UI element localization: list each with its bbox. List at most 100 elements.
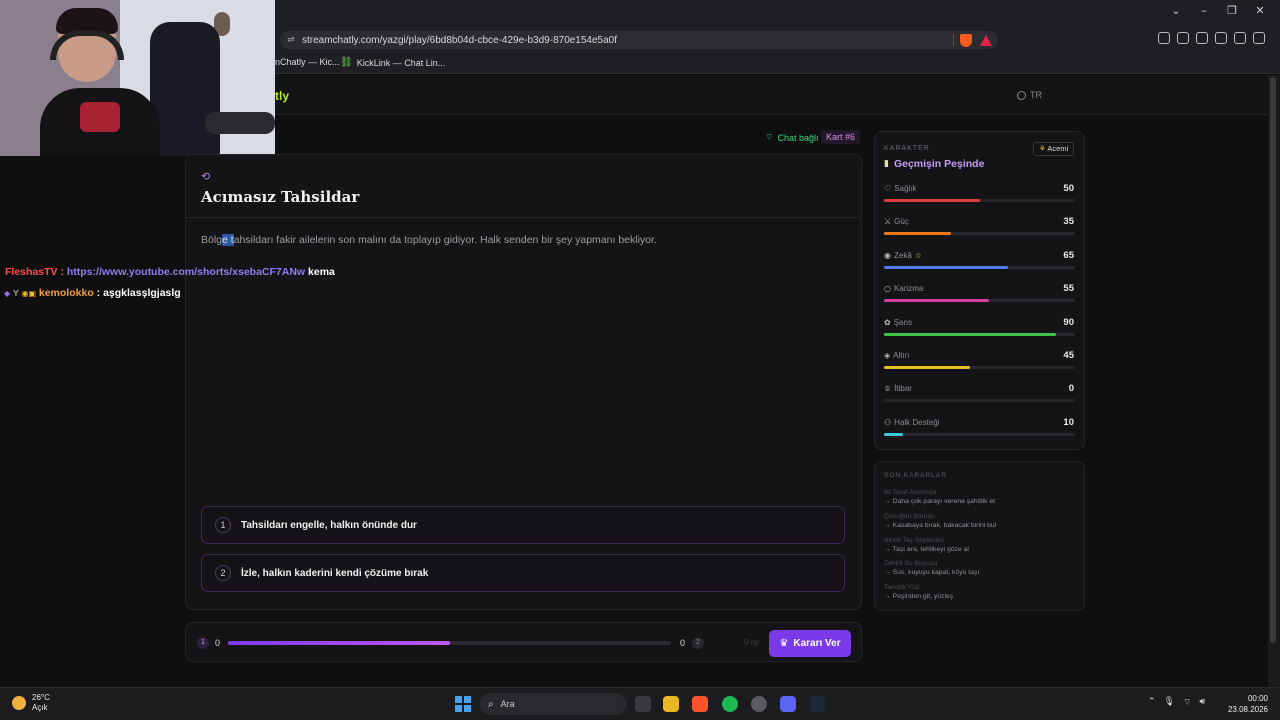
clock-time: 00:00 <box>1247 694 1268 703</box>
chat-username: kemolokko <box>38 287 94 299</box>
stat-bar-track <box>884 399 1075 403</box>
brave-browser-icon[interactable] <box>692 696 708 712</box>
stat-label: ⚇ Halk Desteği <box>884 418 940 427</box>
stat-name: İtibar <box>894 384 912 394</box>
recent-decision-choice: → Peşinden git, yüzleş <box>884 593 954 601</box>
scrollbar-thumb[interactable] <box>1270 77 1276 643</box>
stat-label: ♡ Sağlık <box>884 184 916 193</box>
wallet-icon[interactable] <box>1196 32 1208 44</box>
coins-icon: ◈ <box>884 351 891 360</box>
crown-icon: ♕ <box>884 384 892 394</box>
site-info-icon[interactable]: ⇌ <box>280 35 302 45</box>
stat-label: ◈ Altın <box>884 351 909 360</box>
taskbar-clock[interactable]: 00:00 23.08.2026 <box>1222 693 1268 715</box>
crown-icon: ♛ <box>779 638 789 649</box>
stat-bar-fill <box>884 332 1056 336</box>
app-icon[interactable] <box>751 696 767 712</box>
chat-link[interactable]: https://www.youtube.com/shorts/xsebaCF7A… <box>67 266 305 278</box>
task-view-icon[interactable] <box>635 696 651 712</box>
chat-text: aşgklasşlgjaslg <box>103 287 181 299</box>
sword-icon: ⚔ <box>884 217 892 227</box>
character-level-badge: ⚘ Acemi <box>1033 142 1075 156</box>
chat-message: ◆ Y ◉▣ kemolokko : aşgklasşlgjaslg <box>4 287 181 299</box>
stat-bar-fill <box>884 366 970 369</box>
choice-option-1[interactable]: 1 Tahsildarı engelle, halkın önünde dur <box>201 506 845 544</box>
stat-value: 0 <box>1068 383 1074 395</box>
weather-widget[interactable]: 26°C Açık <box>12 693 50 713</box>
globe-icon <box>1017 90 1026 100</box>
stat-label: ♕ İtibar <box>884 384 912 393</box>
menu-icon[interactable] <box>1253 32 1265 44</box>
brave-shield-icon[interactable] <box>960 33 972 47</box>
webcam-shirt-print <box>80 102 120 132</box>
webcam-microphone <box>205 112 275 134</box>
language-switch[interactable]: TR <box>1017 90 1042 100</box>
search-placeholder: Ara <box>500 699 515 709</box>
steam-icon[interactable] <box>809 696 825 712</box>
minimize-button[interactable]: – <box>1190 4 1218 17</box>
sidebar-icon[interactable] <box>1177 32 1189 44</box>
star-icon: ☆ <box>914 250 922 260</box>
candle-icon: ▮ <box>884 159 889 169</box>
recent-decision-choice: → Taşı ara, tehlikeyi göze al <box>884 545 969 553</box>
card-text-end: ahsildarı fakir ailelerin son malını da … <box>233 234 657 246</box>
extension-icons <box>1158 32 1265 44</box>
extensions-icon[interactable] <box>1158 32 1170 44</box>
volume-icon[interactable]: 🔊︎ <box>1199 697 1205 708</box>
bookmark-label: nChatly — Kic... <box>275 57 340 67</box>
discord-icon[interactable] <box>780 696 796 712</box>
recent-decisions-title: SON KARARLAR <box>884 472 947 479</box>
stat-name: Sağlık <box>894 184 917 193</box>
address-divider <box>953 34 954 46</box>
site-logo[interactable]: tly <box>275 89 289 103</box>
address-bar[interactable]: ⇌ streamchatly.com/yazgi/play/6bd8b04d-c… <box>280 31 998 49</box>
clover-icon: ✿ <box>884 317 891 327</box>
character-name-label: Geçmişin Peşinde <box>893 158 985 170</box>
decide-button[interactable]: ♛ Kararı Ver <box>769 630 851 657</box>
brave-rewards-icon[interactable] <box>980 34 992 46</box>
chat-separator: : <box>93 287 104 299</box>
weather-temp: 26°C <box>32 693 50 702</box>
recent-decision-choice: → Sus, kuyuyu kapat, köyü taşı <box>884 569 980 577</box>
vote-progress-fill <box>228 641 450 645</box>
recent-decision-name: Çocuğun Sorusu <box>884 512 935 520</box>
stat-bar-fill <box>884 299 990 303</box>
chevron-up-icon[interactable]: ⌃ <box>1148 697 1156 708</box>
stat-name: Halk Desteği <box>894 417 940 427</box>
taskbar-search[interactable]: ⌕ Ara <box>480 693 626 715</box>
bookmark-label: KickLink — Chat Lin... <box>356 57 446 68</box>
stat-value: 65 <box>1063 249 1074 261</box>
microphone-icon[interactable]: 🎙︎ <box>1164 697 1175 708</box>
recent-decision-name: Tanıdık Yüz <box>884 584 920 592</box>
spotify-icon[interactable] <box>722 696 738 712</box>
maximize-button[interactable]: ❐ <box>1218 4 1246 17</box>
recent-decision-name: İki Taraf Arasında <box>884 489 937 496</box>
scroll-icon: ⟲ <box>201 170 211 183</box>
bookmark-kicklink[interactable]: ⛓ KickLink — Chat Lin... <box>340 57 445 68</box>
url-text[interactable]: streamchatly.com/yazgi/play/6bd8b04d-cbc… <box>302 35 947 46</box>
chevron-down-icon[interactable]: ⌄ <box>1162 4 1190 17</box>
clock-date: 23.08.2026 <box>1227 705 1268 714</box>
people-icon: ⚇ <box>884 417 892 427</box>
sprout-icon: ⚘ <box>1039 144 1046 153</box>
stat-value: 10 <box>1063 416 1074 428</box>
vpn-icon[interactable] <box>1234 32 1246 44</box>
file-explorer-icon[interactable] <box>663 696 679 712</box>
close-button[interactable]: ✕ <box>1246 4 1274 17</box>
stat-name: Şans <box>893 317 912 327</box>
character-name: ▮ Geçmişin Peşinde <box>884 158 984 170</box>
start-button[interactable] <box>455 696 471 712</box>
stat-label: ○ Karizma <box>884 284 923 293</box>
language-label: TR <box>1030 90 1042 100</box>
network-icon[interactable]: ⌔ <box>1183 697 1191 708</box>
webcam-overlay <box>0 0 275 156</box>
bookmark-streamchatly[interactable]: nChatly — Kic... <box>275 57 340 67</box>
leo-icon[interactable] <box>1215 32 1227 44</box>
brain-icon: ◉ <box>884 250 891 260</box>
decide-button-label: Kararı Ver <box>793 638 841 649</box>
choice-option-2[interactable]: 2 İzle, halkın kaderini kendi çözüme bır… <box>201 554 845 592</box>
stat-value: 45 <box>1063 350 1074 361</box>
chat-status-label: Chat bağlı <box>777 132 819 143</box>
vote-count-2: 0 <box>680 638 686 648</box>
stat-value: 90 <box>1063 316 1074 328</box>
